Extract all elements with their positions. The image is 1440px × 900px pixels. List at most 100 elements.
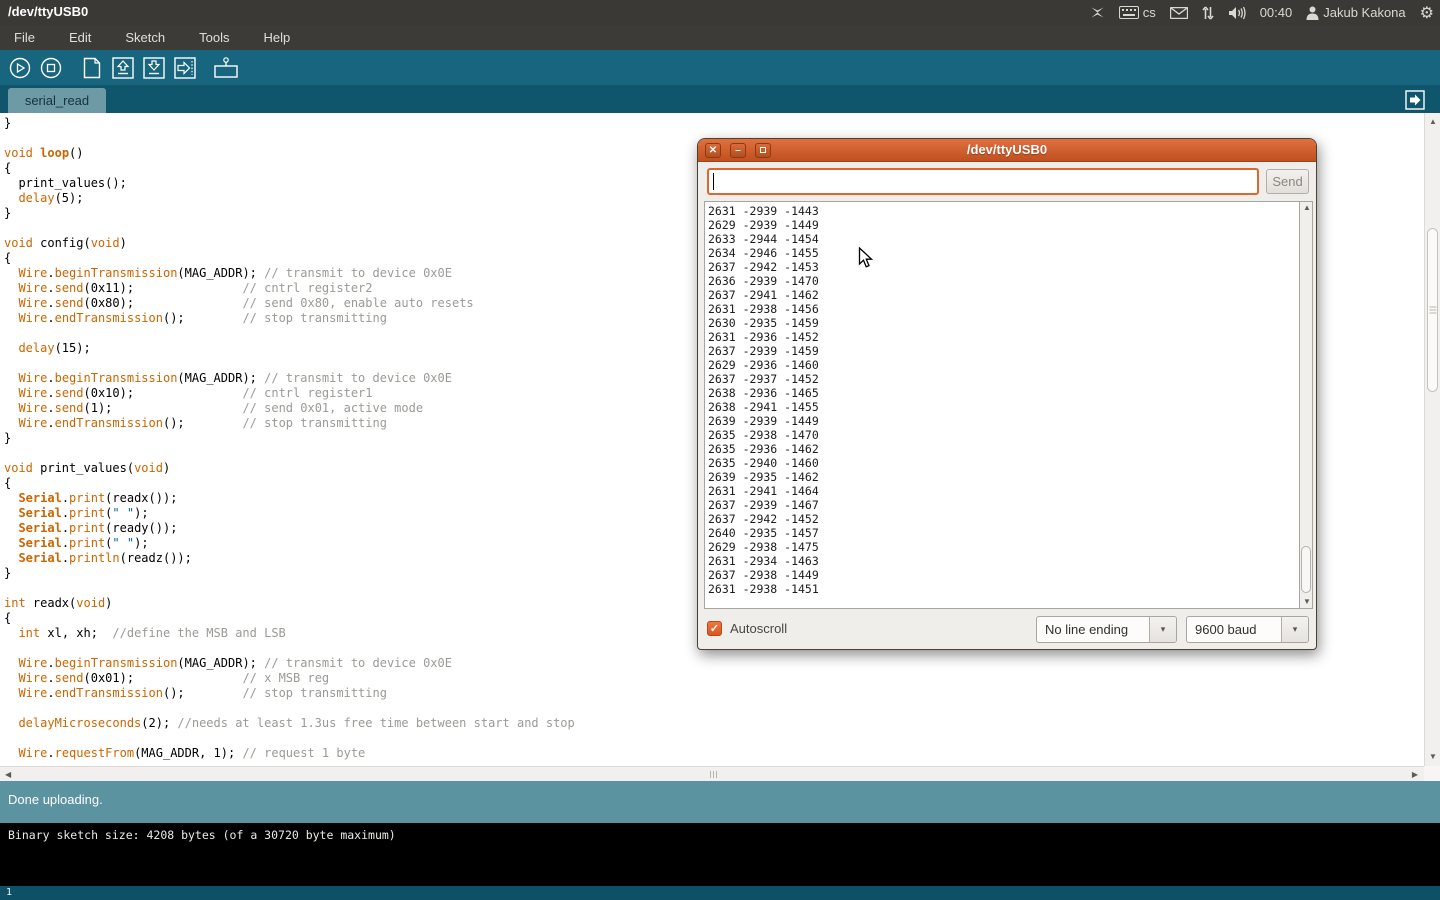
new-file-icon: [82, 57, 102, 79]
status-bar: Done uploading.: [0, 781, 1440, 823]
save-sketch-button[interactable]: [141, 55, 167, 81]
line-number-bar: 1: [0, 886, 1440, 900]
serial-data-row: 2635 -2938 -1470: [708, 428, 1299, 442]
baud-rate-dropdown[interactable]: 9600 baud ▾: [1186, 616, 1309, 643]
serial-data-row: 2631 -2938 -1451: [708, 582, 1299, 596]
serial-data-row: 2637 -2942 -1453: [708, 260, 1299, 274]
serial-output-area[interactable]: 2631 -2939 -14432629 -2939 -14492633 -29…: [704, 201, 1300, 609]
console-line: Binary sketch size: 4208 bytes (of a 307…: [8, 828, 396, 842]
toolbar: [0, 50, 1440, 85]
user-label: Jakub Kakona: [1323, 5, 1405, 20]
new-sketch-button[interactable]: [79, 55, 105, 81]
stop-icon: [40, 57, 62, 79]
horizontal-scroll-grip[interactable]: [710, 771, 717, 778]
serial-data-row: 2631 -2939 -1443: [708, 204, 1299, 218]
serial-data-row: 2637 -2937 -1452: [708, 372, 1299, 386]
scroll-left-arrow-icon[interactable]: ◀: [5, 771, 11, 779]
serial-data-row: 2636 -2939 -1470: [708, 274, 1299, 288]
chevron-down-icon[interactable]: ▾: [1149, 617, 1176, 642]
baud-rate-value: 9600 baud: [1187, 617, 1281, 642]
serial-scroll-down-icon[interactable]: ▼: [1303, 598, 1311, 606]
verify-play-icon: [9, 57, 31, 79]
serial-data-row: 2629 -2936 -1460: [708, 358, 1299, 372]
open-sketch-button[interactable]: [110, 55, 136, 81]
editor-horizontal-scrollbar[interactable]: ◀ ▶: [0, 766, 1424, 781]
serial-data-row: 2637 -2938 -1449: [708, 568, 1299, 582]
serial-data-row: 2630 -2935 -1459: [708, 316, 1299, 330]
indicator-pinwheel-icon[interactable]: [1090, 5, 1105, 20]
tab-bar: serial_read: [0, 85, 1440, 113]
serial-monitor-titlebar[interactable]: ✕ – /dev/ttyUSB0: [698, 139, 1316, 162]
editor-vertical-scrollbar[interactable]: ▲ ▼: [1424, 113, 1440, 766]
desktop: /dev/ttyUSB0 cs 00:40 Jaku: [0, 0, 1440, 900]
serial-data-row: 2633 -2944 -1454: [708, 232, 1299, 246]
serial-monitor-controls: ✓ Autoscroll No line ending ▾ 9600 baud …: [698, 616, 1316, 646]
clock-label: 00:40: [1260, 5, 1293, 20]
text-caret: [713, 173, 714, 190]
scroll-down-arrow-icon[interactable]: ▼: [1429, 753, 1437, 761]
tab-menu-arrow-icon: [1405, 90, 1425, 110]
keyboard-layout-indicator[interactable]: cs: [1119, 5, 1156, 20]
user-indicator[interactable]: Jakub Kakona: [1306, 5, 1405, 20]
network-arrows-icon[interactable]: [1202, 6, 1214, 20]
window-title: /dev/ttyUSB0: [8, 4, 88, 19]
autoscroll-label: Autoscroll: [730, 621, 787, 636]
mouse-cursor: [858, 247, 876, 274]
build-console: Binary sketch size: 4208 bytes (of a 307…: [0, 823, 1440, 886]
autoscroll-checkbox[interactable]: ✓: [707, 621, 722, 636]
serial-data-row: 2629 -2938 -1475: [708, 540, 1299, 554]
save-down-arrow-icon: [143, 57, 165, 79]
volume-icon[interactable]: [1228, 6, 1246, 20]
send-button[interactable]: Send: [1266, 169, 1309, 194]
scroll-right-arrow-icon[interactable]: ▶: [1412, 771, 1418, 779]
serial-monitor-button[interactable]: [213, 55, 239, 81]
serial-data-row: 2639 -2935 -1462: [708, 470, 1299, 484]
serial-data-row: 2637 -2941 -1462: [708, 288, 1299, 302]
system-bar: /dev/ttyUSB0 cs 00:40 Jaku: [0, 0, 1440, 25]
line-number: 1: [6, 887, 12, 898]
serial-data-row: 2638 -2941 -1455: [708, 400, 1299, 414]
serial-data-row: 2634 -2946 -1455: [708, 246, 1299, 260]
user-icon: [1306, 6, 1319, 20]
chevron-down-icon[interactable]: ▾: [1281, 617, 1308, 642]
menu-edit[interactable]: Edit: [65, 28, 95, 47]
serial-data-row: 2637 -2939 -1467: [708, 498, 1299, 512]
serial-data-row: 2631 -2941 -1464: [708, 484, 1299, 498]
stop-button[interactable]: [38, 55, 64, 81]
serial-scrollbar[interactable]: ▲ ▼: [1299, 201, 1313, 609]
serial-monitor-icon: [213, 56, 239, 80]
status-message: Done uploading.: [8, 792, 103, 807]
clock-indicator[interactable]: 00:40: [1260, 5, 1293, 20]
gear-icon[interactable]: ⚙: [1420, 3, 1434, 23]
scroll-up-arrow-icon[interactable]: ▲: [1429, 118, 1437, 126]
menu-file[interactable]: File: [10, 28, 39, 47]
menu-help[interactable]: Help: [259, 28, 294, 47]
serial-data-row: 2631 -2936 -1452: [708, 330, 1299, 344]
scrollbar-corner: [1424, 766, 1440, 781]
upload-right-arrow-icon: [174, 57, 196, 79]
line-ending-value: No line ending: [1037, 617, 1149, 642]
serial-data-row: 2638 -2936 -1465: [708, 386, 1299, 400]
menu-tools[interactable]: Tools: [195, 28, 233, 47]
serial-data-row: 2640 -2935 -1457: [708, 526, 1299, 540]
serial-data-row: 2637 -2942 -1452: [708, 512, 1299, 526]
mail-icon[interactable]: [1170, 7, 1188, 19]
verify-button[interactable]: [7, 55, 33, 81]
serial-data-row: 2639 -2939 -1449: [708, 414, 1299, 428]
serial-scroll-up-icon[interactable]: ▲: [1303, 204, 1311, 212]
serial-data-row: 2635 -2940 -1460: [708, 456, 1299, 470]
serial-scroll-thumb[interactable]: [1301, 546, 1311, 593]
serial-data-row: 2629 -2939 -1449: [708, 218, 1299, 232]
serial-input-field[interactable]: [707, 168, 1259, 195]
system-tray: cs 00:40 Jakub Kakona ⚙: [1090, 0, 1434, 25]
tab-serial-read[interactable]: serial_read: [8, 88, 106, 113]
upload-button[interactable]: [172, 55, 198, 81]
serial-data-row: 2631 -2934 -1463: [708, 554, 1299, 568]
editor-vertical-scroll-thumb[interactable]: [1427, 228, 1438, 392]
serial-monitor-title: /dev/ttyUSB0: [698, 142, 1316, 157]
menu-bar: File Edit Sketch Tools Help: [0, 25, 1440, 50]
line-ending-dropdown[interactable]: No line ending ▾: [1036, 616, 1177, 643]
menu-sketch[interactable]: Sketch: [121, 28, 169, 47]
tab-menu-button[interactable]: [1404, 89, 1426, 111]
serial-data-row: 2631 -2938 -1456: [708, 302, 1299, 316]
